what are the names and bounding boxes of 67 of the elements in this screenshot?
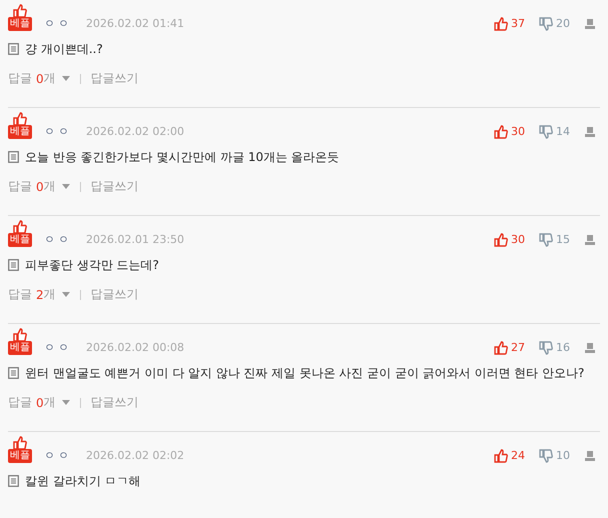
thumbs-up-icon [494, 449, 508, 463]
like-button[interactable]: 30 [494, 125, 525, 139]
comment-date: 2026.02.02 02:00 [86, 125, 184, 139]
dislike-button[interactable]: 16 [539, 341, 570, 355]
thumbs-up-icon [494, 233, 508, 247]
dislike-button[interactable]: 10 [539, 449, 570, 463]
comment-text: 피부좋단 생각만 드는데? [25, 257, 159, 273]
thumbs-up-icon [13, 220, 27, 234]
like-button[interactable]: 27 [494, 341, 525, 355]
thumbs-down-icon [539, 125, 553, 139]
memo-icon [8, 151, 19, 163]
comment-text: 윈터 맨얼굴도 예쁜거 이미 다 알지 않나 진짜 제일 못나온 사진 굳이 굳이 긁어와서 이러면 현타 안오나? [25, 365, 584, 381]
memo-icon [8, 43, 19, 55]
best-badge: 베플 [8, 449, 32, 463]
thumbs-up-icon [494, 17, 508, 31]
thumbs-down-icon [539, 341, 553, 355]
report-icon[interactable] [584, 450, 596, 462]
replies-toggle[interactable]: 답글 0개 [8, 394, 70, 411]
comment-text: 오늘 반응 좋긴한가보다 몇시간만에 까글 10개는 올라온듯 [25, 149, 340, 165]
dislike-button[interactable]: 15 [539, 233, 570, 247]
thumbs-up-icon [13, 112, 27, 126]
memo-icon [8, 475, 19, 487]
author-name[interactable]: ㅇㅇ [44, 17, 72, 31]
comment-text: 칼윈 갈라치기 ㅁㄱ해 [25, 473, 141, 489]
report-icon[interactable] [584, 342, 596, 354]
replies-toggle[interactable]: 답글 2개 [8, 286, 70, 303]
comment-date: 2026.02.01 23:50 [86, 233, 184, 247]
best-badge: 베플 [8, 17, 32, 31]
caret-icon [62, 292, 70, 297]
thumbs-up-icon [13, 328, 27, 342]
thumbs-down-icon [539, 233, 553, 247]
author-name[interactable]: ㅇㅇ [44, 341, 72, 355]
write-reply-link[interactable]: 답글쓰기 [90, 286, 139, 303]
thumbs-down-icon [539, 17, 553, 31]
write-reply-link[interactable]: 답글쓰기 [90, 394, 139, 411]
author-name[interactable]: ㅇㅇ [44, 449, 72, 463]
caret-icon [62, 184, 70, 189]
dislike-button[interactable]: 20 [539, 17, 570, 31]
like-button[interactable]: 24 [494, 449, 525, 463]
report-icon[interactable] [584, 18, 596, 30]
thumbs-up-icon [494, 125, 508, 139]
author-name[interactable]: ㅇㅇ [44, 125, 72, 139]
replies-toggle[interactable]: 답글 0개 [8, 178, 70, 195]
thumbs-down-icon [539, 449, 553, 463]
replies-toggle[interactable]: 답글 0개 [8, 70, 70, 87]
caret-icon [62, 400, 70, 405]
write-reply-link[interactable]: 답글쓰기 [90, 70, 139, 87]
best-badge: 베플 [8, 125, 32, 139]
thumbs-up-icon [13, 4, 27, 18]
like-button[interactable]: 37 [494, 17, 525, 31]
dislike-button[interactable]: 14 [539, 125, 570, 139]
report-icon[interactable] [584, 234, 596, 246]
thumbs-up-icon [13, 436, 27, 450]
author-name[interactable]: ㅇㅇ [44, 233, 72, 247]
comment-text: 걍 개이쁜데..? [25, 41, 103, 57]
best-badge: 베플 [8, 233, 32, 247]
comment-date: 2026.02.02 02:02 [86, 449, 184, 463]
report-icon[interactable] [584, 126, 596, 138]
best-badge: 베플 [8, 341, 32, 355]
thumbs-up-icon [494, 341, 508, 355]
caret-icon [62, 76, 70, 81]
write-reply-link[interactable]: 답글쓰기 [90, 178, 139, 195]
memo-icon [8, 367, 19, 379]
like-button[interactable]: 30 [494, 233, 525, 247]
comment-date: 2026.02.02 00:08 [86, 341, 184, 355]
comment-date: 2026.02.02 01:41 [86, 17, 184, 31]
memo-icon [8, 259, 19, 271]
